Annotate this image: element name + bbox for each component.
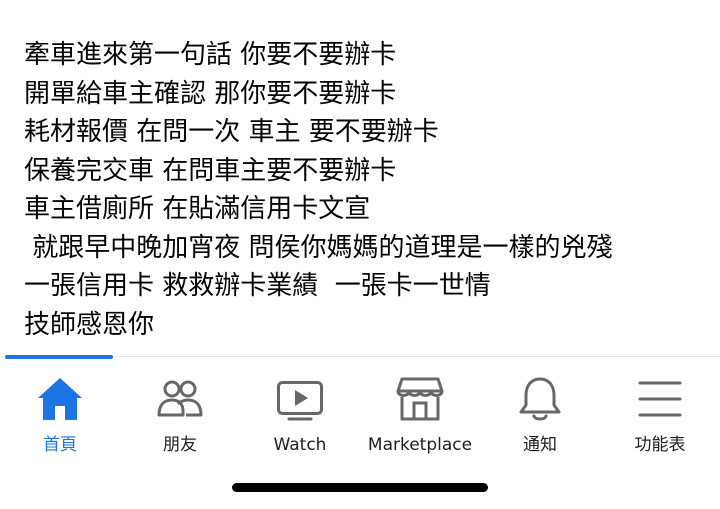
tab-home-label: 首頁 — [43, 435, 77, 455]
tab-menu[interactable]: 功能表 — [600, 375, 720, 463]
post-line: 牽車進來第一句話 你要不要辦卡 — [24, 40, 397, 70]
tab-home[interactable]: 首頁 — [0, 375, 120, 463]
tab-friends-label: 朋友 — [163, 435, 197, 455]
watch-icon — [277, 381, 323, 421]
post-line: 一張信用卡 救救辦卡業績 一張卡一世情 — [24, 271, 491, 301]
post-line: 就跟早中晚加宵夜 問侯你媽媽的道理是一樣的兇殘 — [24, 232, 613, 263]
menu-icon — [638, 381, 682, 417]
bell-icon — [519, 377, 561, 421]
marketplace-icon — [396, 377, 444, 421]
tab-watch-label: Watch — [273, 435, 327, 455]
post-line: 技師感恩你 — [24, 309, 155, 340]
post-line: 耗材報價 在問一次 車主 要不要辦卡 — [24, 117, 439, 147]
post-body: 牽車進來第一句話 你要不要辦卡 開單給車主確認 那你要不要辦卡 耗材報價 在問一… — [24, 36, 714, 344]
tab-friends[interactable]: 朋友 — [120, 375, 240, 463]
post-line: 保養完交車 在問車主要不要辦卡 — [24, 155, 397, 186]
tab-notifications[interactable]: 通知 — [480, 375, 600, 463]
tab-menu-label: 功能表 — [634, 435, 686, 455]
home-indicator-bar[interactable] — [232, 483, 488, 492]
post-line: 開單給車主確認 那你要不要辦卡 — [24, 78, 397, 109]
post-line: 車主借廁所 在貼滿信用卡文宣 — [24, 194, 371, 224]
tab-notifications-label: 通知 — [523, 435, 557, 455]
tab-marketplace[interactable]: Marketplace — [360, 375, 480, 463]
tab-marketplace-label: Marketplace — [367, 435, 473, 455]
home-icon — [38, 378, 82, 420]
friends-icon — [157, 380, 203, 417]
active-tab-indicator — [5, 355, 113, 359]
tab-watch[interactable]: Watch — [240, 375, 360, 463]
